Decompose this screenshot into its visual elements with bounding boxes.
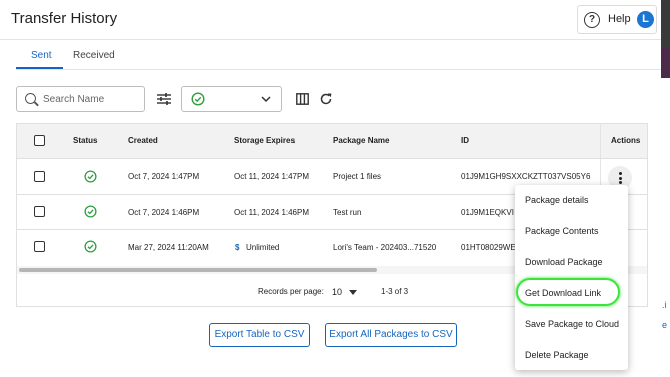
dollar-icon: $	[235, 243, 240, 252]
search-input[interactable]: Search Name	[16, 86, 145, 112]
help-label: Help	[608, 13, 631, 25]
row-checkbox[interactable]	[34, 206, 45, 217]
id-cell: 01J9M1GH9SXXCKZTT037VS05Y6	[461, 172, 591, 181]
status-complete-icon	[84, 240, 97, 253]
column-header-package-name[interactable]: Package Name	[333, 136, 389, 145]
tab-sent[interactable]: Sent	[31, 50, 52, 61]
created-cell: Oct 7, 2024 1:47PM	[128, 172, 200, 181]
status-complete-icon	[84, 205, 97, 218]
row-checkbox[interactable]	[34, 171, 45, 182]
menu-item-download-package[interactable]: Download Package	[525, 257, 603, 267]
row-checkbox[interactable]	[34, 241, 45, 252]
kebab-dot	[618, 176, 622, 180]
status-complete-icon	[84, 170, 97, 183]
column-header-status[interactable]: Status	[73, 136, 97, 145]
highlight-annotation	[516, 278, 620, 306]
pagination-range: 1-3 of 3	[381, 287, 409, 296]
records-per-page-label: Records per page:	[258, 287, 324, 296]
background-window-edge	[661, 0, 670, 48]
column-header-storage-expires[interactable]: Storage Expires	[234, 136, 295, 145]
package-name-cell[interactable]: Project 1 files	[333, 172, 381, 181]
background-window-text: .i	[662, 300, 667, 310]
status-filter-select[interactable]	[181, 86, 282, 112]
search-placeholder: Search Name	[43, 94, 105, 105]
header-divider	[0, 39, 661, 40]
search-icon-handle	[34, 101, 39, 107]
scrollbar-thumb[interactable]	[19, 268, 377, 272]
filter-settings-icon[interactable]	[156, 92, 172, 106]
records-per-page-select[interactable]: 10	[332, 287, 342, 297]
export-table-button[interactable]: Export Table to CSV	[209, 323, 310, 347]
column-header-created[interactable]: Created	[128, 136, 158, 145]
id-cell: 01J9M1EQKVI	[461, 208, 514, 217]
kebab-dot	[618, 181, 622, 184]
column-header-actions: Actions	[611, 136, 641, 145]
avatar[interactable]: L	[637, 11, 654, 28]
created-cell: Mar 27, 2024 11:20AM	[128, 243, 209, 252]
expires-cell: Unlimited	[246, 243, 280, 252]
expires-cell: Oct 11, 2024 1:46PM	[234, 208, 310, 217]
menu-item-package-details[interactable]: Package details	[525, 195, 589, 205]
table-header	[17, 124, 647, 159]
expires-cell: Oct 11, 2024 1:47PM	[234, 172, 310, 181]
help-icon: ?	[584, 12, 600, 28]
refresh-icon[interactable]	[319, 92, 333, 106]
menu-item-save-to-cloud[interactable]: Save Package to Cloud	[525, 319, 619, 329]
menu-item-delete-package[interactable]: Delete Package	[525, 350, 589, 360]
columns-icon[interactable]	[296, 93, 309, 105]
tab-received[interactable]: Received	[73, 50, 115, 61]
package-name-cell[interactable]: Lori's Team - 202403...71520	[333, 243, 436, 252]
background-window-edge-2	[661, 48, 670, 78]
select-all-checkbox[interactable]	[34, 135, 45, 146]
package-name-cell[interactable]: Test run	[333, 208, 361, 217]
column-header-id[interactable]: ID	[461, 136, 469, 145]
background-window-text: e	[662, 320, 668, 330]
created-cell: Oct 7, 2024 1:46PM	[128, 208, 200, 217]
id-cell: 01HT08029WE	[461, 243, 516, 252]
menu-item-package-contents[interactable]: Package Contents	[525, 226, 599, 236]
check-circle-icon	[191, 92, 205, 106]
caret-down-icon[interactable]	[349, 290, 357, 295]
tabs-divider	[16, 69, 661, 70]
sort-arrow-icon[interactable]: ↓	[292, 136, 296, 145]
kebab-dot	[618, 172, 622, 175]
chevron-down-icon	[261, 96, 271, 103]
page-title: Transfer History	[11, 10, 118, 27]
help-button[interactable]: ? Help L	[577, 5, 657, 34]
export-all-button[interactable]: Export All Packages to CSV	[325, 323, 457, 347]
header-row-divider	[17, 158, 647, 159]
